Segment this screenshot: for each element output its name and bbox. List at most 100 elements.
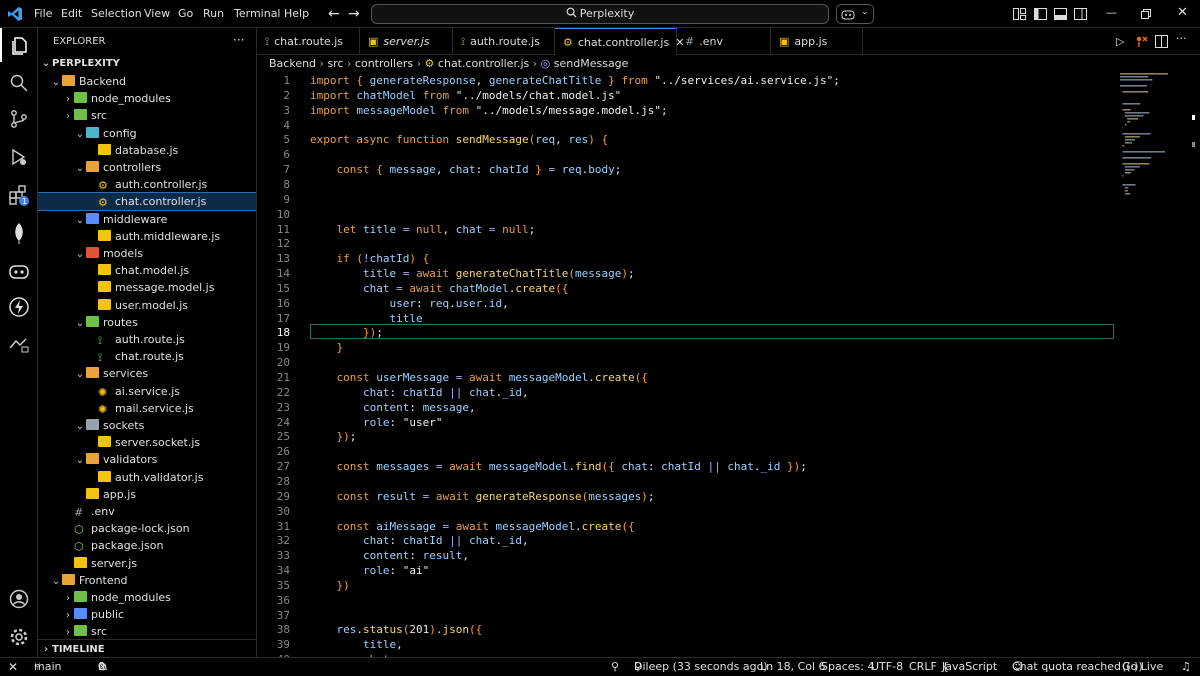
tree-item[interactable]: ⌄ models: [38, 245, 256, 262]
line-number: 11: [276, 222, 290, 236]
tab-chat-controller-js[interactable]: ⚙ chat.controller.js ✕: [555, 28, 684, 55]
menu-view[interactable]: View: [144, 0, 170, 28]
tab-label: auth.route.js: [470, 35, 540, 48]
tree-item[interactable]: database.js: [38, 142, 256, 159]
project-root[interactable]: ⌄ PERPLEXITY: [38, 54, 256, 71]
source-control-icon[interactable]: [0, 102, 38, 136]
tree-item[interactable]: chat.model.js: [38, 262, 256, 279]
thunder-client-icon[interactable]: [0, 290, 38, 324]
toggle-secondary-sidebar-icon[interactable]: [1074, 8, 1087, 20]
tree-item[interactable]: ⌄ routes: [38, 314, 256, 331]
tree-item[interactable]: › node_modules: [38, 90, 256, 107]
tree-item[interactable]: ⟟ chat.route.js: [38, 348, 256, 365]
minimize-icon[interactable]: —: [1106, 6, 1117, 19]
line-number: 22: [276, 385, 290, 399]
indentation[interactable]: Spaces: 4: [821, 658, 874, 676]
split-editor-icon[interactable]: [1155, 35, 1168, 48]
tree-item[interactable]: ⌄ validators: [38, 451, 256, 468]
more-actions-icon[interactable]: ···: [233, 33, 244, 47]
remote-icon[interactable]: ✕: [8, 658, 18, 676]
toggle-sidebar-icon[interactable]: [1034, 8, 1047, 20]
menu-edit[interactable]: Edit: [61, 0, 82, 28]
tree-item[interactable]: ⌄ sockets: [38, 417, 256, 434]
tab--env[interactable]: # .env: [677, 28, 771, 55]
copilot-icon: [841, 10, 855, 20]
tab-auth-route-js[interactable]: ⟟ auth.route.js: [453, 28, 555, 55]
tree-item[interactable]: user.model.js: [38, 297, 256, 314]
tree-item[interactable]: ⌄ config: [38, 125, 256, 142]
encoding[interactable]: UTF-8: [871, 658, 903, 676]
tree-item[interactable]: ⬡ package.json: [38, 537, 256, 554]
breadcrumb-backend[interactable]: Backend: [269, 57, 316, 70]
menu-help[interactable]: Help: [284, 0, 309, 28]
toggle-panel-icon[interactable]: [1054, 8, 1067, 20]
tab-chat-route-js[interactable]: ⟟ chat.route.js: [257, 28, 360, 55]
explorer-icon[interactable]: [0, 28, 38, 62]
breadcrumb-symbol[interactable]: sendMessage: [554, 57, 629, 70]
restore-icon[interactable]: [1141, 9, 1151, 19]
tree-item[interactable]: auth.validator.js: [38, 469, 256, 486]
tree-item[interactable]: ⚙ auth.controller.js: [38, 176, 256, 193]
timeline-section[interactable]: › TIMELINE: [38, 639, 256, 656]
tab-server-js[interactable]: ▣ server.js: [360, 28, 453, 55]
extensions-icon[interactable]: 1: [0, 178, 38, 212]
menu-selection[interactable]: Selection: [91, 0, 142, 28]
tree-item[interactable]: # .env: [38, 503, 256, 520]
tree-item[interactable]: ⌄ services: [38, 365, 256, 382]
breadcrumb-file[interactable]: chat.controller.js: [438, 57, 529, 70]
tree-item[interactable]: › public: [38, 606, 256, 623]
tree-item-label: controllers: [103, 161, 162, 174]
compare-changes-icon[interactable]: [1135, 35, 1148, 48]
menu-run[interactable]: Run: [203, 0, 224, 28]
sync-icon[interactable]: ⚲: [611, 658, 619, 676]
tree-item[interactable]: ⌄ controllers: [38, 159, 256, 176]
run-file-icon[interactable]: ▷: [1116, 35, 1124, 48]
tree-item[interactable]: ✺ ai.service.js: [38, 383, 256, 400]
end-of-line[interactable]: CRLF: [909, 658, 937, 676]
accounts-icon[interactable]: [0, 582, 38, 616]
mongodb-icon[interactable]: [0, 216, 38, 250]
breadcrumb-controllers[interactable]: controllers: [355, 57, 413, 70]
command-center-search[interactable]: Perplexity: [371, 4, 829, 24]
scrollbar-thumb[interactable]: [1192, 115, 1195, 120]
minimap-line: [1122, 145, 1125, 147]
tree-item[interactable]: ⚙ chat.controller.js: [38, 192, 256, 212]
tab-app-js[interactable]: ▣ app.js: [771, 28, 863, 55]
search-icon: [566, 7, 577, 18]
remote-explorer-icon[interactable]: [0, 328, 38, 362]
menu-go[interactable]: Go: [178, 0, 193, 28]
minimap[interactable]: [1117, 72, 1187, 212]
tree-item[interactable]: ⌄ Frontend: [38, 572, 256, 589]
tree-item[interactable]: ✺ mail.service.js: [38, 400, 256, 417]
tree-item[interactable]: ⬡ package-lock.json: [38, 520, 256, 537]
more-editor-actions-icon[interactable]: ···: [1176, 32, 1187, 45]
forward-arrow-icon[interactable]: →: [348, 0, 360, 28]
tree-item[interactable]: › node_modules: [38, 589, 256, 606]
tree-item[interactable]: auth.middleware.js: [38, 228, 256, 245]
manage-gear-icon[interactable]: [0, 620, 38, 654]
tree-item[interactable]: › src: [38, 107, 256, 124]
breadcrumb-src[interactable]: src: [327, 57, 343, 70]
tree-item[interactable]: ⟟ auth.route.js: [38, 331, 256, 348]
search-activity-icon[interactable]: [0, 66, 38, 100]
notifications-icon[interactable]: ♫: [1181, 658, 1191, 676]
tree-item[interactable]: ⌄ middleware: [38, 211, 256, 228]
copilot-chat-icon[interactable]: [0, 254, 38, 288]
menu-file[interactable]: File: [34, 0, 52, 28]
back-arrow-icon[interactable]: ←: [328, 0, 340, 28]
tree-item[interactable]: server.js: [38, 555, 256, 572]
tree-item[interactable]: › src: [38, 623, 256, 640]
menu-terminal[interactable]: Terminal: [234, 0, 281, 28]
tree-item[interactable]: message.model.js: [38, 279, 256, 296]
close-window-icon[interactable]: ✕: [1177, 5, 1188, 20]
tree-item[interactable]: server.socket.js: [38, 434, 256, 451]
tree-item[interactable]: app.js: [38, 486, 256, 503]
layout-customize-icon[interactable]: [1013, 8, 1026, 20]
tree-item[interactable]: ⌄ Backend: [38, 73, 256, 90]
code-editor[interactable]: 1 import { generateResponse, generateChat…: [257, 72, 1200, 657]
cursor-position[interactable]: Ln 18, Col 6: [760, 658, 826, 676]
minimap-line: [1122, 184, 1136, 186]
run-debug-icon[interactable]: [0, 140, 38, 174]
copilot-button[interactable]: ⌄: [836, 4, 874, 24]
line-number: 24: [276, 415, 290, 429]
